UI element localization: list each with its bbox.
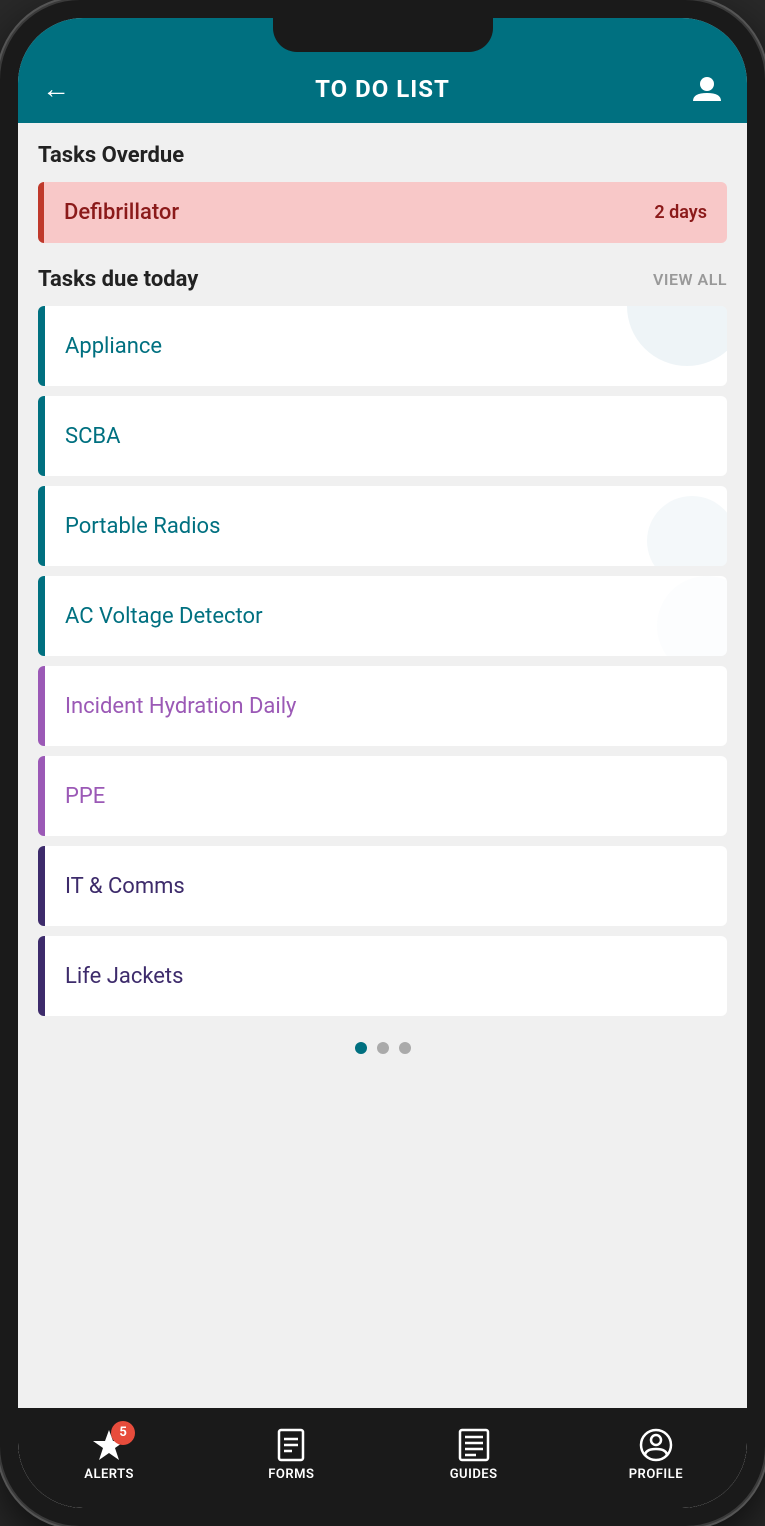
pagination-dot-3[interactable]: [399, 1042, 411, 1054]
task-item-it-comms[interactable]: IT & Comms: [38, 846, 727, 926]
nav-forms[interactable]: FORMS: [200, 1408, 382, 1508]
nav-profile[interactable]: PROFILE: [565, 1408, 747, 1508]
task-bar: [38, 666, 45, 746]
guides-label: GUIDES: [450, 1467, 498, 1482]
nav-profile-icon-container: [638, 1427, 674, 1463]
task-item-ppe[interactable]: PPE: [38, 756, 727, 836]
profile-icon: [691, 73, 723, 105]
decorative-watermark: [627, 306, 727, 366]
decorative-watermark3: [657, 576, 727, 656]
task-bar: [38, 936, 45, 1016]
task-bar: [38, 756, 45, 836]
pagination-dot-2[interactable]: [377, 1042, 389, 1054]
profile-label: PROFILE: [629, 1467, 683, 1482]
overdue-task-item[interactable]: Defibrillator 2 days: [38, 182, 727, 243]
task-bar: [38, 486, 45, 566]
task-bar: [38, 306, 45, 386]
task-item-portable-radios[interactable]: Portable Radios: [38, 486, 727, 566]
content-area: Tasks Overdue Defibrillator 2 days Tasks…: [18, 123, 747, 1408]
task-name: Incident Hydration Daily: [45, 666, 316, 746]
alerts-badge: 5: [111, 1421, 135, 1445]
nav-guides[interactable]: GUIDES: [383, 1408, 565, 1508]
task-name: SCBA: [45, 396, 140, 476]
page-title: TO DO LIST: [82, 75, 683, 103]
guides-icon: [456, 1427, 492, 1463]
profile-button[interactable]: [683, 73, 723, 105]
view-all-button[interactable]: VIEW ALL: [653, 270, 727, 289]
back-button[interactable]: ←: [42, 72, 82, 105]
overdue-task-name: Defibrillator: [64, 200, 179, 225]
task-name: PPE: [45, 756, 125, 836]
bottom-navigation: 5 ALERTS FORMS: [18, 1408, 747, 1508]
task-item-appliance[interactable]: Appliance: [38, 306, 727, 386]
task-item-ac-voltage[interactable]: AC Voltage Detector: [38, 576, 727, 656]
task-name: AC Voltage Detector: [45, 576, 283, 656]
task-bar: [38, 576, 45, 656]
notch: [273, 18, 493, 52]
pagination-dots: [38, 1026, 727, 1062]
overdue-section-title: Tasks Overdue: [38, 143, 727, 168]
app-header: ← TO DO LIST: [18, 62, 747, 123]
pagination-dot-1[interactable]: [355, 1042, 367, 1054]
task-name: IT & Comms: [45, 846, 205, 926]
decorative-watermark2: [647, 496, 727, 566]
task-item-scba[interactable]: SCBA: [38, 396, 727, 476]
alerts-label: ALERTS: [84, 1467, 134, 1482]
guides-icon-container: [456, 1427, 492, 1463]
nav-alerts[interactable]: 5 ALERTS: [18, 1408, 200, 1508]
task-bar: [38, 396, 45, 476]
task-name: Life Jackets: [45, 936, 204, 1016]
nav-profile-icon: [638, 1427, 674, 1463]
phone-screen: ← TO DO LIST Tasks Overdue Defibrillator…: [18, 18, 747, 1508]
tasks-today-header: Tasks due today VIEW ALL: [38, 267, 727, 292]
task-bar: [38, 846, 45, 926]
forms-icon: [273, 1427, 309, 1463]
forms-label: FORMS: [268, 1467, 314, 1482]
task-item-incident-hydration[interactable]: Incident Hydration Daily: [38, 666, 727, 746]
task-item-life-jackets[interactable]: Life Jackets: [38, 936, 727, 1016]
phone-frame: ← TO DO LIST Tasks Overdue Defibrillator…: [0, 0, 765, 1526]
forms-icon-container: [273, 1427, 309, 1463]
task-name: Portable Radios: [45, 486, 240, 566]
tasks-today-title: Tasks due today: [38, 267, 198, 292]
overdue-task-days: 2 days: [654, 202, 707, 223]
alerts-icon-container: 5: [91, 1427, 127, 1463]
task-name: Appliance: [45, 306, 182, 386]
